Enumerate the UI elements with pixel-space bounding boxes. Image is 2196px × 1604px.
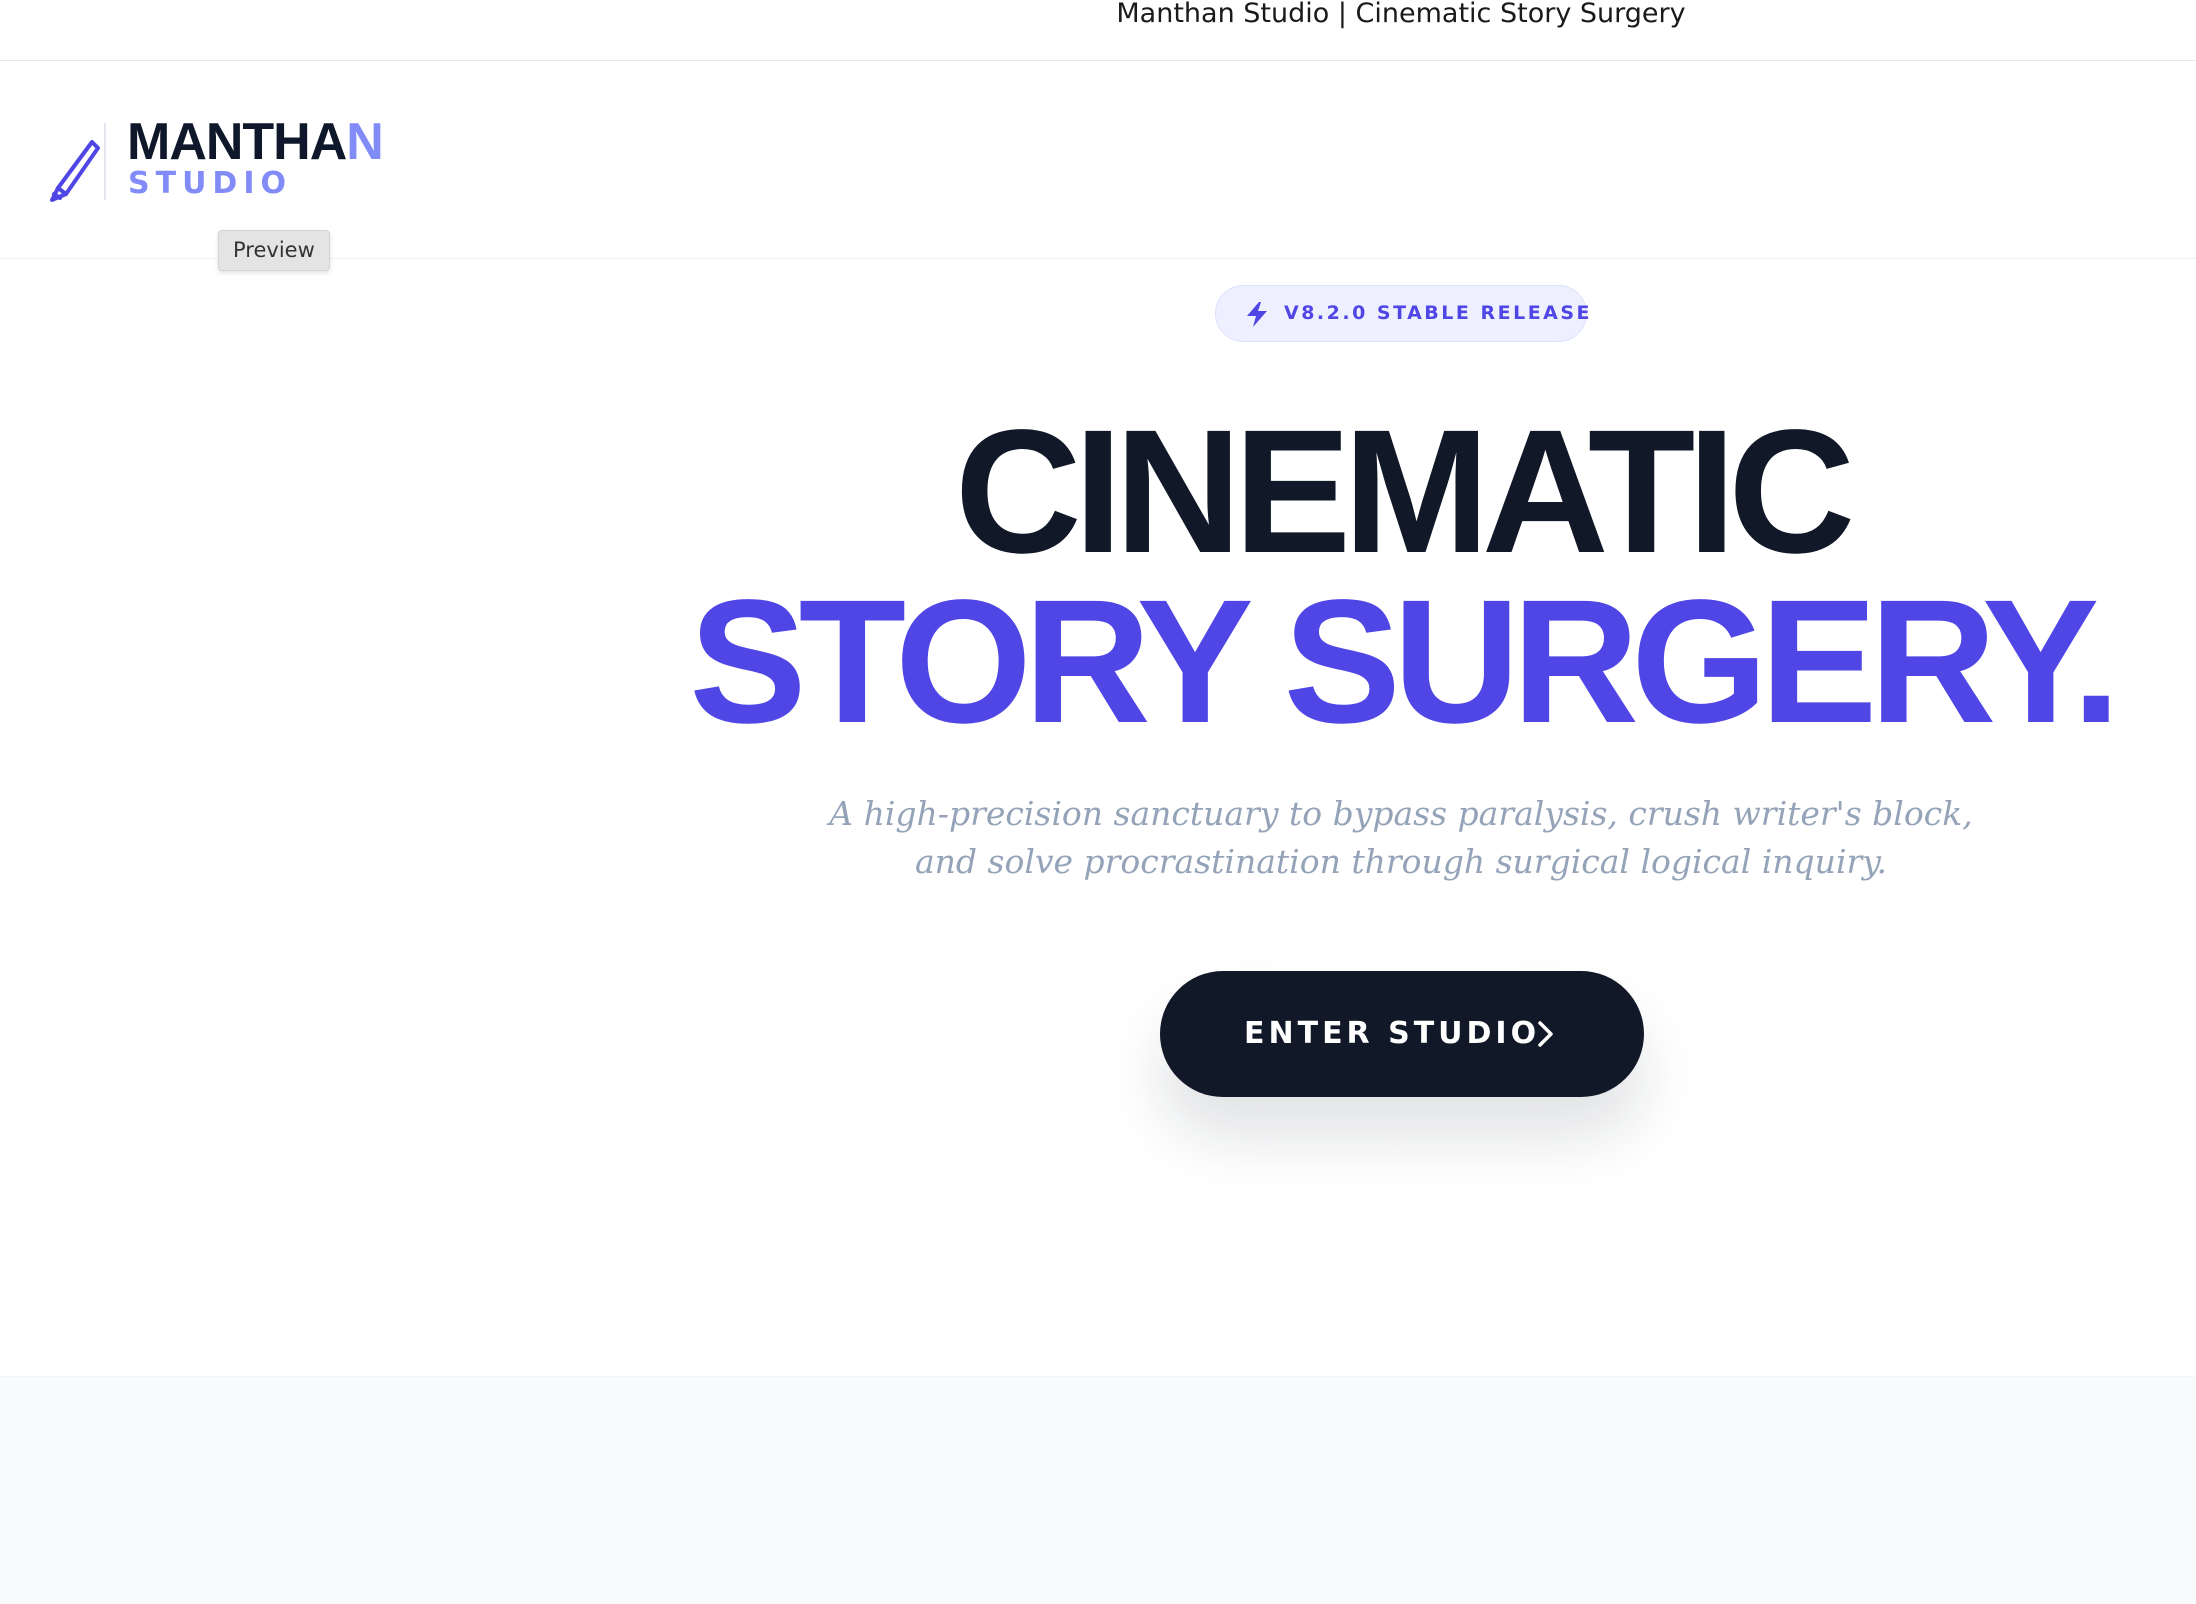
chevron-right-icon: [1538, 1021, 1553, 1047]
logo-divider: [104, 123, 106, 200]
lower-section: [0, 1376, 2196, 1604]
page: Manthan Studio | Cinematic Story Surgery…: [0, 0, 2196, 1604]
release-badge: V8.2.0 STABLE RELEASE: [1215, 285, 1590, 342]
hero-tagline: A high-precision sanctuary to bypass par…: [829, 794, 1973, 881]
preview-tooltip: Preview: [218, 230, 330, 271]
headline-line-2: STORY SURGERY.: [689, 564, 2121, 760]
window-title-bar: Manthan Studio | Cinematic Story Surgery: [0, 0, 2196, 61]
window-title: Manthan Studio | Cinematic Story Surgery: [1116, 0, 1686, 29]
logo-word-main: MANTHA: [127, 113, 347, 171]
headline-line-1: CINEMATIC: [954, 394, 1856, 590]
release-badge-text: V8.2.0 STABLE RELEASE: [1284, 302, 1593, 324]
lightning-bolt-icon: [1247, 302, 1267, 327]
enter-studio-button[interactable]: ENTER STUDIO: [1160, 971, 1644, 1097]
enter-studio-label: ENTER STUDIO: [1244, 1016, 1541, 1051]
logo-wordmark[interactable]: MANTHAN: [127, 112, 384, 172]
logo-word-accent: N: [346, 113, 384, 171]
pen-icon[interactable]: [48, 138, 104, 204]
logo-subtitle: STUDIO: [128, 166, 292, 201]
